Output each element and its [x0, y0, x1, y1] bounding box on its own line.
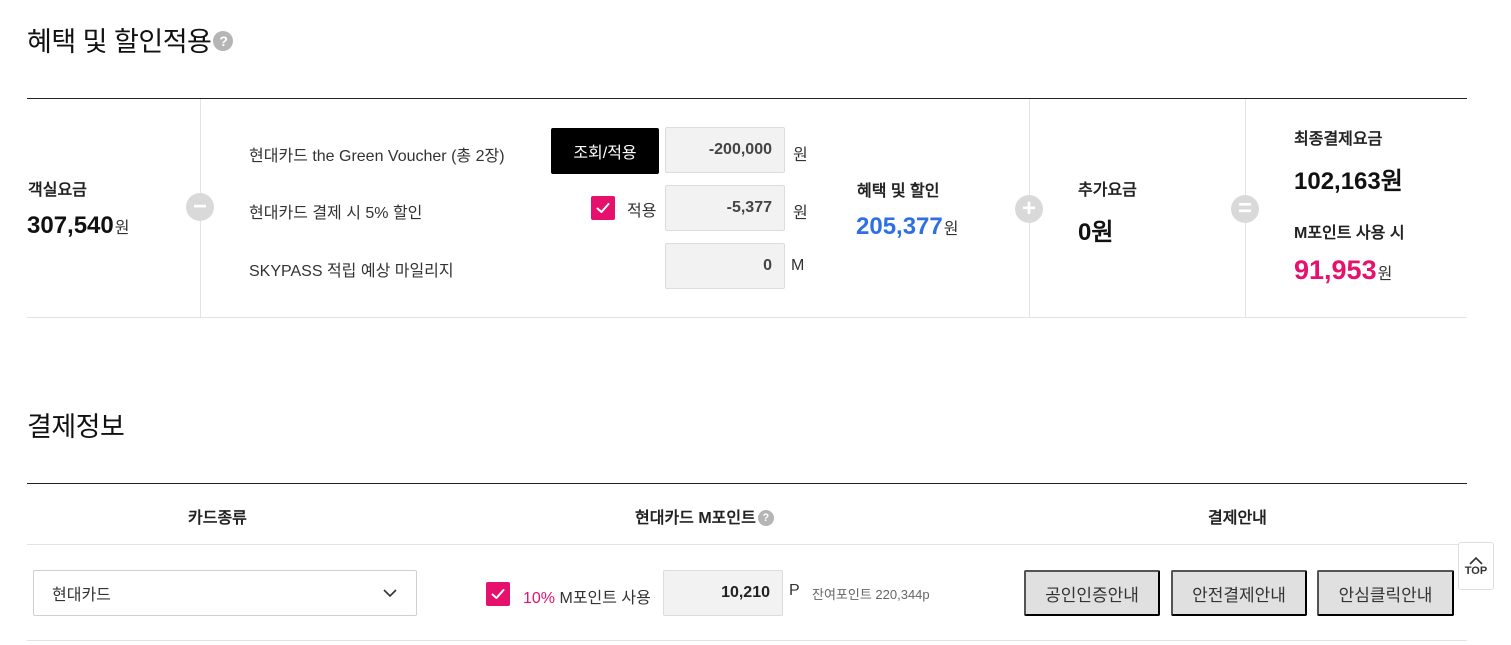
header-card-type: 카드종류	[188, 510, 247, 527]
final-fee-amount: 102,163원	[1294, 168, 1403, 195]
card-type-select[interactable]: 현대카드	[33, 570, 417, 616]
room-fee-amount: 307,540원	[27, 212, 130, 240]
table-bottom-divider	[27, 640, 1467, 641]
mpoint-remaining: 잔여포인트 220,344p	[812, 587, 930, 602]
payment-table: 카드종류 현대카드 M포인트? 결제안내 현대카드 10% M포인트 사용 10…	[27, 483, 1467, 641]
check-icon	[491, 589, 505, 599]
card-discount-unit: 원	[793, 205, 808, 222]
header-mpoint-text: 현대카드 M포인트	[635, 510, 756, 527]
mpoint-use-checkbox[interactable]	[486, 582, 510, 606]
skypass-label: SKYPASS 적립 예상 마일리지	[249, 263, 454, 280]
voucher-label: 현대카드 the Green Voucher (총 2장)	[249, 148, 505, 165]
header-divider	[27, 544, 1467, 545]
chevron-up-icon	[1469, 556, 1483, 565]
final-fee-label: 최종결제요금	[1294, 131, 1383, 148]
minus-icon: −	[186, 193, 214, 221]
chevron-down-icon	[383, 589, 397, 598]
voucher-amount-field: -200,000	[665, 127, 785, 173]
mpoint-amount-field[interactable]: 10,210	[663, 570, 783, 616]
room-fee-value: 307,540	[27, 212, 114, 239]
scroll-top-button[interactable]: TOP	[1458, 542, 1494, 590]
mpoint-final-amount: 91,953원	[1294, 255, 1392, 286]
benefit-total-value: 205,377	[856, 213, 943, 240]
header-guide: 결제안내	[1208, 510, 1267, 527]
skypass-unit: M	[791, 257, 805, 274]
voucher-unit: 원	[793, 147, 808, 164]
benefit-total-amount: 205,377원	[856, 213, 959, 241]
room-fee-unit: 원	[114, 220, 130, 237]
extra-fee-label: 추가요금	[1078, 182, 1137, 199]
voucher-apply-button[interactable]: 조회/적용	[551, 128, 659, 174]
benefit-summary-box: − + = 객실요금 307,540원 현대카드 the Green Vouch…	[27, 98, 1467, 318]
mpoint-use-text: M포인트 사용	[559, 590, 651, 607]
check-icon	[596, 203, 610, 213]
plus-icon: +	[1015, 195, 1043, 223]
card-discount-apply-label: 적용	[627, 203, 657, 220]
payment-section-title: 결제정보	[27, 412, 125, 442]
extra-fee-amount: 0원	[1078, 219, 1114, 246]
benefit-section-title: 혜택 및 할인적용?	[27, 20, 234, 59]
room-fee-label: 객실요금	[28, 182, 87, 199]
card-discount-label: 현대카드 결제 시 5% 할인	[249, 205, 423, 222]
help-icon[interactable]: ?	[757, 509, 774, 526]
equals-icon: =	[1231, 195, 1259, 223]
scroll-top-label: TOP	[1464, 564, 1488, 577]
header-mpoint: 현대카드 M포인트?	[635, 504, 774, 528]
mpoint-final-unit: 원	[1377, 266, 1393, 283]
benefit-total-label: 혜택 및 할인	[857, 183, 940, 200]
mpoint-final-value: 91,953	[1294, 255, 1377, 285]
benefit-total-unit: 원	[943, 221, 959, 238]
card-discount-amount-field: -5,377	[665, 185, 785, 231]
help-icon[interactable]: ?	[213, 30, 234, 51]
mpoint-unit: P	[789, 582, 800, 599]
cert-guide-button[interactable]: 공인인증안내	[1024, 570, 1160, 616]
card-discount-checkbox[interactable]	[591, 196, 615, 220]
mpoint-percent: 10%	[523, 590, 556, 607]
safe-click-guide-button[interactable]: 안심클릭안내	[1317, 570, 1454, 616]
card-type-value: 현대카드	[52, 587, 111, 604]
benefit-title-text: 혜택 및 할인적용	[27, 27, 212, 57]
skypass-mileage-field: 0	[665, 243, 785, 289]
mpoint-use-label: 10% M포인트 사용	[523, 584, 651, 608]
mpoint-final-label: M포인트 사용 시	[1294, 225, 1405, 242]
secure-payment-guide-button[interactable]: 안전결제안내	[1171, 570, 1307, 616]
